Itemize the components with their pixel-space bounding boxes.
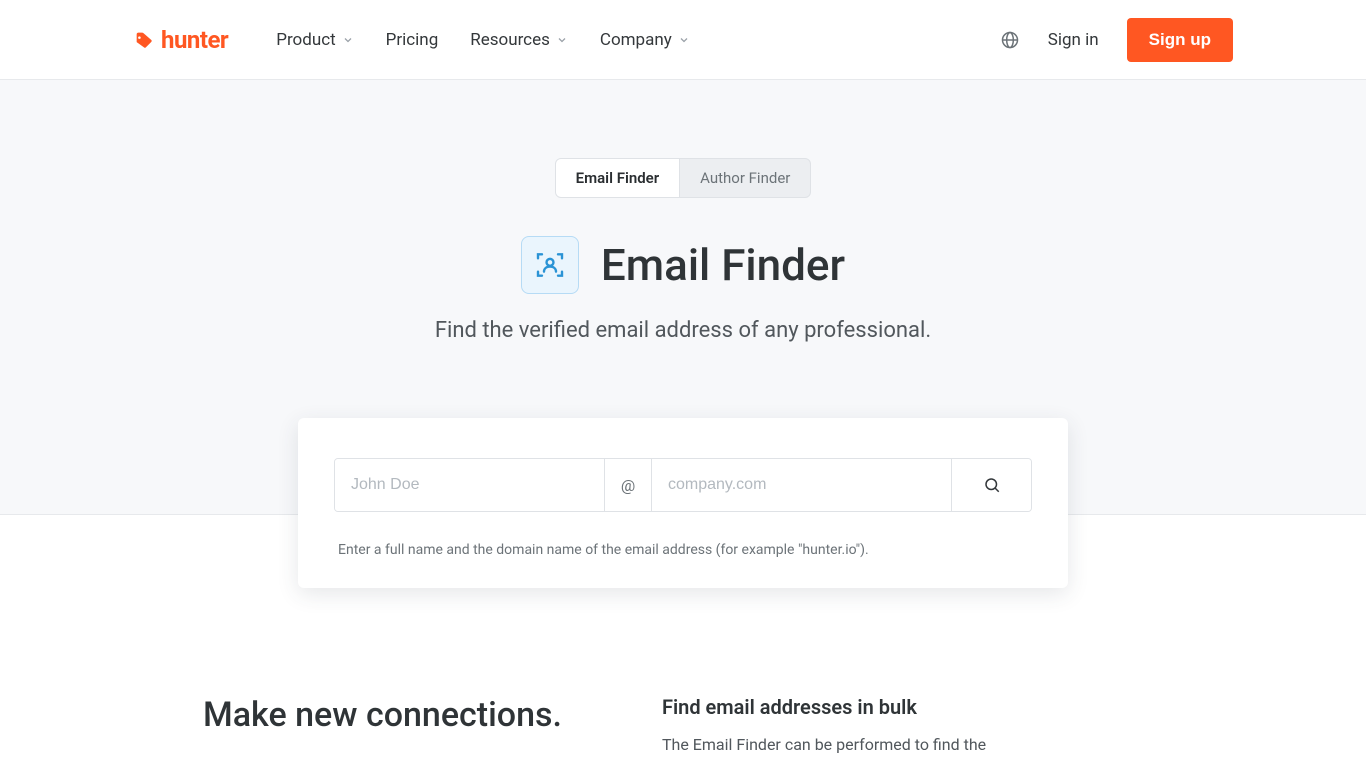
bulk-heading: Find email addresses in bulk	[662, 695, 986, 719]
nav-item-pricing[interactable]: Pricing	[386, 30, 439, 50]
search-icon	[983, 476, 1001, 494]
globe-icon	[1000, 30, 1020, 50]
nav-label: Pricing	[386, 30, 439, 50]
tab-switcher: Email Finder Author Finder	[0, 158, 1366, 198]
nav-label: Product	[276, 30, 335, 50]
page-title: Email Finder	[601, 239, 845, 291]
hunter-logo-icon	[133, 29, 155, 51]
connections-left: Make new connections.	[203, 695, 562, 757]
chevron-down-icon	[556, 34, 568, 46]
title-row: Email Finder	[0, 236, 1366, 294]
signup-button[interactable]: Sign up	[1127, 18, 1233, 62]
title-icon-box	[521, 236, 579, 294]
search-card: @ Enter a full name and the domain name …	[298, 418, 1068, 588]
language-button[interactable]	[1000, 30, 1020, 50]
tab-group: Email Finder Author Finder	[555, 158, 812, 198]
page-subtitle: Find the verified email address of any p…	[0, 318, 1366, 343]
domain-input[interactable]	[652, 459, 951, 511]
brand-logo[interactable]: hunter	[133, 26, 228, 54]
nav-item-company[interactable]: Company	[600, 30, 690, 50]
nav-label: Resources	[470, 30, 550, 50]
signin-link[interactable]: Sign in	[1048, 30, 1099, 50]
tab-author-finder[interactable]: Author Finder	[680, 159, 810, 197]
connections-heading: Make new connections.	[203, 695, 562, 735]
connections-right: Find email addresses in bulk The Email F…	[662, 695, 986, 757]
person-scan-icon	[534, 249, 566, 281]
chevron-down-icon	[678, 34, 690, 46]
header-right: Sign in Sign up	[1000, 18, 1233, 62]
name-input[interactable]	[335, 459, 604, 511]
chevron-down-icon	[342, 34, 354, 46]
at-separator: @	[604, 459, 652, 511]
nav-item-product[interactable]: Product	[276, 30, 353, 50]
brand-name: hunter	[161, 26, 228, 54]
nav-label: Company	[600, 30, 672, 50]
bulk-body: The Email Finder can be performed to fin…	[662, 733, 986, 757]
primary-nav: Product Pricing Resources Company	[276, 30, 690, 50]
header-inner: hunter Product Pricing Resources Company	[133, 18, 1233, 62]
site-header: hunter Product Pricing Resources Company	[0, 0, 1366, 80]
hero-section: Email Finder Author Finder Email Finder …	[0, 80, 1366, 515]
search-button[interactable]	[951, 459, 1031, 511]
tab-email-finder[interactable]: Email Finder	[556, 159, 681, 197]
nav-item-resources[interactable]: Resources	[470, 30, 568, 50]
search-hint: Enter a full name and the domain name of…	[334, 542, 1032, 558]
search-row: @	[334, 458, 1032, 512]
